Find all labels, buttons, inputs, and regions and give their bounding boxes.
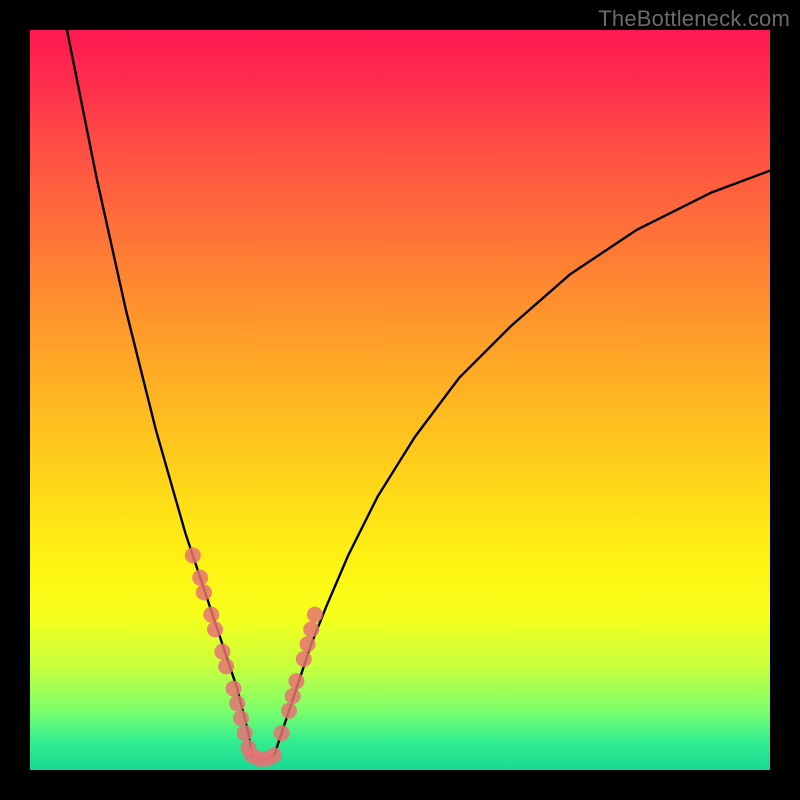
sample-point	[218, 658, 234, 674]
bottleneck-curve	[67, 30, 770, 759]
sample-point	[266, 747, 282, 763]
sample-point	[203, 607, 219, 623]
sample-point	[300, 636, 316, 652]
stage: TheBottleneck.com	[0, 0, 800, 800]
sample-point	[185, 547, 201, 563]
sample-point	[274, 725, 290, 741]
sample-point	[288, 673, 304, 689]
chart-svg	[30, 30, 770, 770]
sample-point	[296, 651, 312, 667]
sample-point	[233, 710, 249, 726]
sample-point	[281, 703, 297, 719]
sample-point	[285, 688, 301, 704]
sample-point	[237, 725, 253, 741]
sample-point	[192, 570, 208, 586]
sample-point	[214, 644, 230, 660]
sample-point	[207, 621, 223, 637]
watermark-text: TheBottleneck.com	[598, 6, 790, 32]
marker-layer	[185, 547, 323, 767]
sample-point	[196, 584, 212, 600]
sample-point	[307, 607, 323, 623]
curve-layer	[67, 30, 770, 759]
sample-point	[303, 621, 319, 637]
plot-area	[30, 30, 770, 770]
sample-point	[229, 695, 245, 711]
sample-point	[226, 681, 242, 697]
